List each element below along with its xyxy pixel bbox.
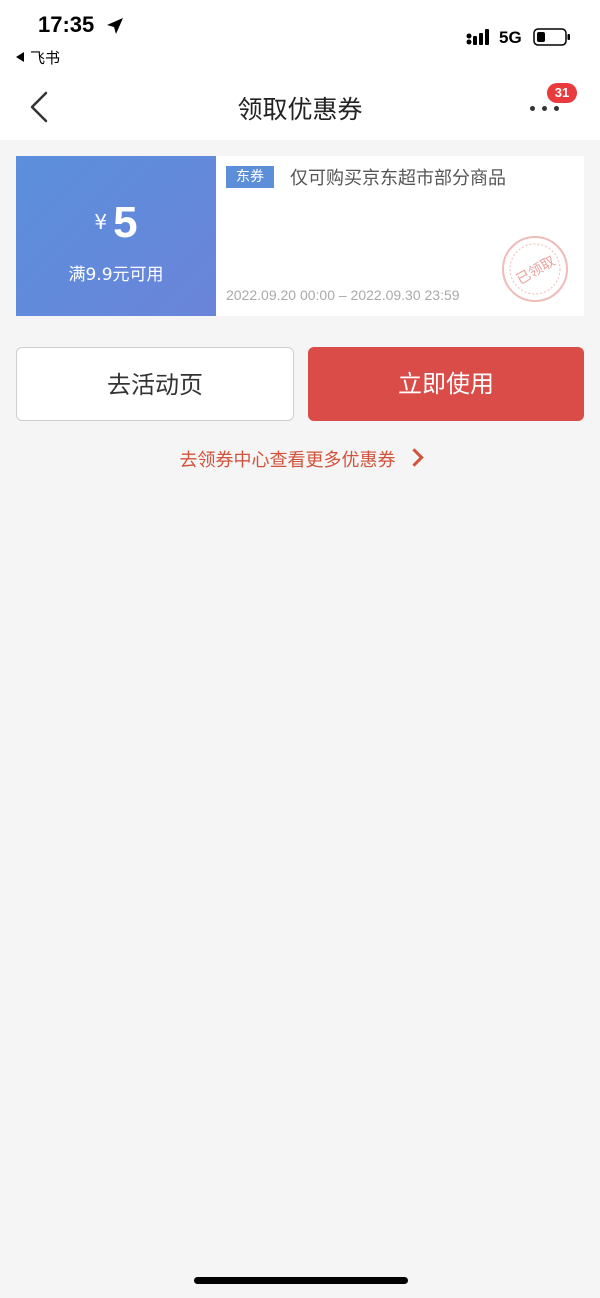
coupon-validity: 2022.09.20 00:00 – 2022.09.30 23:59: [226, 287, 460, 303]
coupon-value-panel: ¥5 满9.9元可用: [16, 156, 216, 316]
chevron-right-icon: [404, 448, 424, 467]
go-activity-button[interactable]: 去活动页: [16, 347, 294, 421]
coupon-type-tag: 东券: [226, 166, 274, 188]
back-to-app-link[interactable]: 飞书: [16, 47, 60, 68]
nav-bar: 领取优惠券: [0, 78, 600, 140]
location-arrow-icon: [107, 18, 123, 34]
coupon-condition: 满9.9元可用: [68, 265, 164, 285]
battery-icon: [533, 28, 570, 46]
stamp-text: 已领取: [514, 253, 558, 288]
more-coupons-link[interactable]: 去领券中心查看更多优惠券: [0, 446, 600, 472]
status-bar: 17:35 飞书 5G: [0, 0, 600, 78]
claimed-stamp-icon: 已领取: [502, 236, 568, 302]
network-type: 5G: [499, 28, 522, 47]
back-triangle-icon: [16, 52, 24, 62]
more-coupons-label: 去领券中心查看更多优惠券: [179, 450, 396, 471]
coupon-card: ¥5 满9.9元可用 东券 仅可购买京东超市部分商品 2022.09.20 00…: [16, 156, 584, 316]
coupon-amount-row: ¥5: [16, 198, 216, 248]
coupon-amount: 5: [113, 198, 138, 247]
message-badge: 31: [547, 83, 577, 103]
use-now-button[interactable]: 立即使用: [308, 347, 584, 421]
more-dots-icon[interactable]: [526, 100, 566, 120]
coupon-info-panel: 东券 仅可购买京东超市部分商品 2022.09.20 00:00 – 2022.…: [216, 156, 584, 316]
back-app-label: 飞书: [30, 49, 61, 67]
currency-symbol: ¥: [94, 210, 108, 234]
page-title: 领取优惠券: [237, 95, 363, 124]
coupon-description: 仅可购买京东超市部分商品: [290, 168, 506, 189]
signal-icon: [466, 29, 489, 45]
home-indicator: [194, 1277, 408, 1284]
status-time: 17:35: [38, 12, 95, 37]
